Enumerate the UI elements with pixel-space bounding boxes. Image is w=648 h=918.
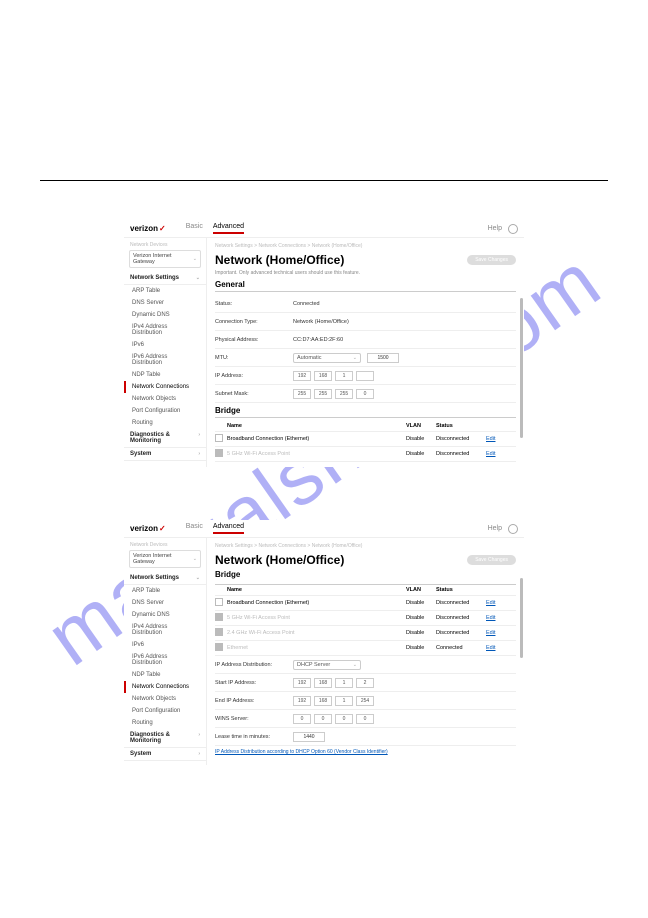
ip-octet[interactable] (356, 371, 374, 381)
help-link[interactable]: Help (488, 225, 502, 232)
table-row: 2.4 GHz Wi-Fi Access PointDisableDisconn… (215, 626, 516, 641)
sidebar: Network Devices Verizon Internet Gateway… (124, 238, 207, 467)
device-select[interactable]: Verizon Internet Gateway⌄ (129, 550, 201, 568)
sidebar-system[interactable]: System› (124, 448, 206, 461)
sidebar-item[interactable]: ARP Table (124, 585, 206, 597)
tab-basic[interactable]: Basic (186, 223, 203, 234)
sidebar-network-settings[interactable]: Network Settings⌄ (124, 572, 206, 585)
table-row: 5 GHz Wi-Fi Access PointDisableDisconnec… (215, 447, 516, 462)
checkbox[interactable] (215, 643, 223, 651)
sidebar-item[interactable]: Network Objects (124, 693, 206, 705)
sidebar-diagnostics[interactable]: Diagnostics & Monitoring› (124, 729, 206, 748)
sidebar-item[interactable]: Port Configuration (124, 705, 206, 717)
scrollbar[interactable] (520, 578, 523, 658)
sidebar-item[interactable]: IPv6 Address Distribution (124, 651, 206, 669)
checkbox[interactable] (215, 598, 223, 606)
sidebar-diagnostics[interactable]: Diagnostics & Monitoring› (124, 429, 206, 448)
sidebar-item[interactable]: NDP Table (124, 369, 206, 381)
device-select[interactable]: Verizon Internet Gateway⌄ (129, 250, 201, 268)
sidebar-item[interactable]: Port Configuration (124, 405, 206, 417)
page-title: Network (Home/Office) (215, 253, 344, 267)
mask-octet[interactable]: 255 (335, 389, 353, 399)
page-title: Network (Home/Office) (215, 553, 344, 567)
sidebar-item[interactable]: Routing (124, 717, 206, 729)
sidebar-item[interactable]: DNS Server (124, 597, 206, 609)
gear-icon[interactable] (508, 224, 518, 234)
ip-octet[interactable]: 1 (335, 371, 353, 381)
save-button[interactable]: Save Changes (467, 555, 516, 565)
sidebar-item[interactable]: DNS Server (124, 297, 206, 309)
checkbox[interactable] (215, 628, 223, 636)
checkbox[interactable] (215, 434, 223, 442)
ip-octet[interactable]: 168 (314, 371, 332, 381)
table-row: Broadband Connection (Ethernet)DisableDi… (215, 432, 516, 447)
tab-basic[interactable]: Basic (186, 523, 203, 534)
section-bridge: Bridge (215, 570, 516, 581)
ip-dist-select[interactable]: DHCP Server⌄ (293, 660, 361, 670)
checkbox[interactable] (215, 449, 223, 457)
sidebar-item[interactable]: Network Objects (124, 393, 206, 405)
ip-octet[interactable]: 192 (293, 371, 311, 381)
edit-link[interactable]: Edit (486, 600, 516, 606)
sidebar-item[interactable]: IPv4 Address Distribution (124, 621, 206, 639)
brand-logo: verizon✓ (130, 224, 166, 233)
checkbox[interactable] (215, 613, 223, 621)
table-row: 5 GHz Wi-Fi Access PointDisableDisconnec… (215, 611, 516, 626)
brand-logo: verizon✓ (130, 524, 166, 533)
mask-octet[interactable]: 255 (293, 389, 311, 399)
scrollbar[interactable] (520, 298, 523, 438)
sidebar-item-network-connections[interactable]: Network Connections (124, 681, 206, 693)
sidebar-item[interactable]: Dynamic DNS (124, 609, 206, 621)
sidebar-item[interactable]: IPv6 (124, 639, 206, 651)
gear-icon[interactable] (508, 524, 518, 534)
sidebar-system[interactable]: System› (124, 748, 206, 761)
edit-link[interactable]: Edit (486, 615, 516, 621)
edit-link[interactable]: Edit (486, 630, 516, 636)
warning-text: Important. Only advanced technical users… (215, 270, 516, 276)
mtu-input[interactable]: 1500 (367, 353, 399, 363)
table-row: EthernetDisableConnectedEdit (215, 641, 516, 656)
breadcrumb: Network Settings > Network Connections >… (215, 543, 516, 549)
sidebar: Network Devices Verizon Internet Gateway… (124, 538, 207, 765)
section-general: General (215, 280, 516, 292)
table-row: Broadband Connection (Ethernet)DisableDi… (215, 596, 516, 611)
tab-advanced[interactable]: Advanced (213, 223, 244, 234)
tab-advanced[interactable]: Advanced (213, 523, 244, 534)
sidebar-item[interactable]: Dynamic DNS (124, 309, 206, 321)
save-button[interactable]: Save Changes (467, 255, 516, 265)
sidebar-item[interactable]: IPv4 Address Distribution (124, 321, 206, 339)
lease-input[interactable]: 1440 (293, 732, 325, 742)
screenshot-2: verizon✓ Basic Advanced Help Network Dev… (124, 520, 524, 765)
sidebar-item[interactable]: IPv6 Address Distribution (124, 351, 206, 369)
edit-link[interactable]: Edit (486, 645, 516, 651)
breadcrumb: Network Settings > Network Connections >… (215, 243, 516, 249)
sidebar-item-network-connections[interactable]: Network Connections (124, 381, 206, 393)
help-link[interactable]: Help (488, 525, 502, 532)
screenshot-1: verizon✓ Basic Advanced Help Network Dev… (124, 220, 524, 467)
edit-link[interactable]: Edit (486, 436, 516, 442)
section-bridge: Bridge (215, 406, 516, 418)
sidebar-item[interactable]: IPv6 (124, 339, 206, 351)
mtu-select[interactable]: Automatic⌄ (293, 353, 361, 363)
mask-octet[interactable]: 255 (314, 389, 332, 399)
sidebar-item[interactable]: Routing (124, 417, 206, 429)
sidebar-network-settings[interactable]: Network Settings⌄ (124, 272, 206, 285)
edit-link[interactable]: Edit (486, 451, 516, 457)
sidebar-item[interactable]: ARP Table (124, 285, 206, 297)
mask-octet[interactable]: 0 (356, 389, 374, 399)
dhcp-option-link[interactable]: IP Address Distribution according to DHC… (215, 746, 516, 758)
sidebar-item[interactable]: NDP Table (124, 669, 206, 681)
chevron-down-icon: ⌄ (193, 256, 197, 262)
